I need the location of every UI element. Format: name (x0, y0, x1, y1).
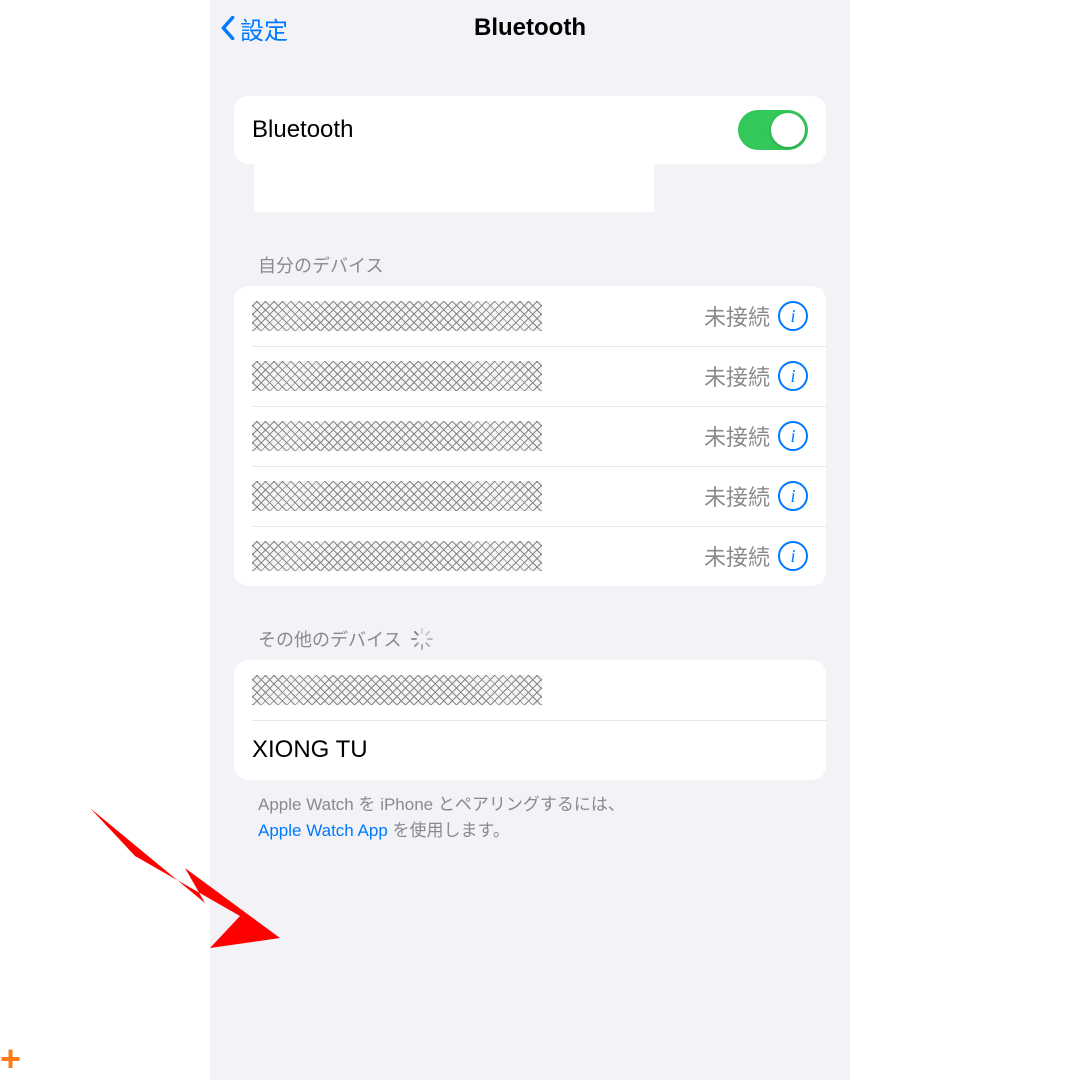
device-status: 未接続 (704, 540, 770, 572)
redacted-device-name (252, 301, 542, 331)
redacted-device-name (252, 675, 542, 705)
redacted-device-name (252, 481, 542, 511)
settings-screen: 設定 Bluetooth Bluetooth 自分のデバイス 未接続 i 未接続… (210, 0, 850, 1080)
redacted-device-name (252, 361, 542, 391)
my-devices-header: 自分のデバイス (258, 252, 850, 278)
other-device-row[interactable] (234, 660, 826, 720)
info-icon[interactable]: i (778, 361, 808, 391)
info-icon[interactable]: i (778, 541, 808, 571)
footer-text-before: Apple Watch を iPhone とペアリングするには、 (258, 795, 625, 814)
my-devices-group: 未接続 i 未接続 i 未接続 i 未接続 i 未接続 i (234, 286, 826, 586)
bluetooth-label: Bluetooth (252, 116, 738, 144)
device-status: 未接続 (704, 480, 770, 512)
pairing-footer: Apple Watch を iPhone とペアリングするには、 Apple W… (258, 792, 802, 843)
info-icon[interactable]: i (778, 301, 808, 331)
other-devices-group: XIONG TU (234, 660, 826, 780)
redacted-device-name (252, 421, 542, 451)
page-title: Bluetooth (210, 14, 850, 42)
device-status: 未接続 (704, 420, 770, 452)
toggle-knob (771, 113, 805, 147)
bluetooth-toggle-row[interactable]: Bluetooth (234, 96, 826, 164)
device-status: 未接続 (704, 300, 770, 332)
blank-strip (254, 164, 654, 212)
info-icon[interactable]: i (778, 421, 808, 451)
other-devices-header: その他のデバイス (258, 626, 850, 652)
apple-watch-app-link[interactable]: Apple Watch App (258, 821, 388, 840)
chevron-left-icon (218, 14, 238, 42)
bluetooth-toggle[interactable] (738, 110, 808, 150)
device-row[interactable]: 未接続 i (234, 346, 826, 406)
plus-icon: + (0, 1038, 21, 1080)
info-icon[interactable]: i (778, 481, 808, 511)
device-status: 未接続 (704, 360, 770, 392)
navigation-bar: 設定 Bluetooth (210, 0, 850, 56)
back-button-label: 設定 (240, 11, 288, 46)
device-row[interactable]: 未接続 i (234, 286, 826, 346)
redacted-device-name (252, 541, 542, 571)
device-row[interactable]: 未接続 i (234, 466, 826, 526)
device-row[interactable]: 未接続 i (234, 526, 826, 586)
device-row[interactable]: 未接続 i (234, 406, 826, 466)
other-devices-header-label: その他のデバイス (258, 626, 401, 652)
bluetooth-toggle-group: Bluetooth (234, 96, 826, 164)
other-device-row-xiongtu[interactable]: XIONG TU (234, 720, 826, 780)
spinner-icon (411, 628, 433, 650)
footer-text-after: を使用します。 (388, 821, 510, 840)
other-device-name: XIONG TU (252, 736, 808, 764)
back-button[interactable]: 設定 (218, 11, 288, 46)
